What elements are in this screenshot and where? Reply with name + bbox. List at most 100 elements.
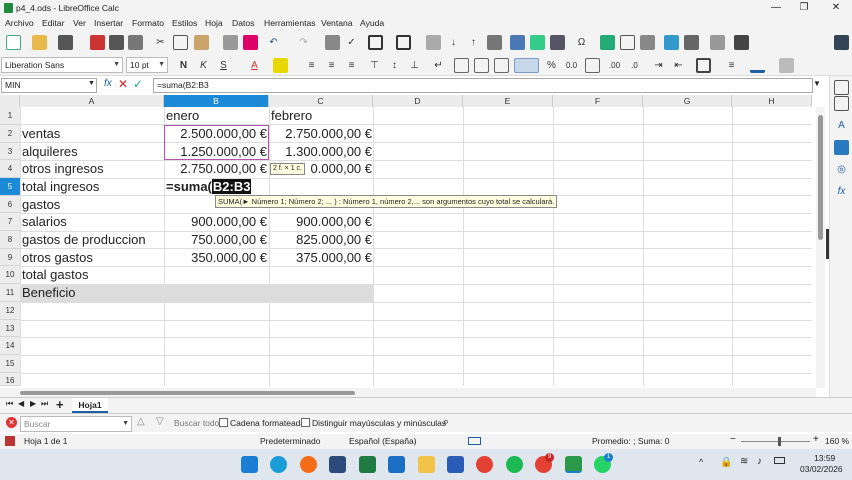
formula-input[interactable]: =suma(B2:B3 (153, 78, 813, 93)
menu-ventana[interactable]: Ventana (321, 17, 353, 30)
row-header-14[interactable]: 14 (0, 337, 20, 355)
battery-icon[interactable] (774, 457, 785, 464)
row-icon[interactable] (368, 35, 383, 50)
currency-format-icon[interactable] (514, 58, 539, 73)
styles-icon[interactable]: A (834, 118, 849, 133)
chevron-down-icon[interactable]: ▼ (88, 80, 95, 87)
menu-archivo[interactable]: Archivo (5, 17, 34, 30)
row-header-10[interactable]: 10 (0, 266, 20, 284)
vertical-scroll-thumb[interactable] (818, 115, 823, 240)
cell-b9[interactable]: 350.000,00 € (164, 249, 267, 266)
close-button[interactable]: ✕ (826, 1, 846, 15)
page-style[interactable]: Predeterminado (260, 436, 320, 446)
bold-icon[interactable]: N (176, 58, 191, 73)
decrease-indent-icon[interactable]: ⇤ (671, 58, 686, 73)
row-header-11[interactable]: 11 (0, 284, 20, 302)
conditional-format-icon[interactable] (779, 58, 794, 73)
row-header-5[interactable]: 5 (0, 178, 20, 196)
underline-icon[interactable]: S (216, 58, 231, 73)
minimize-button[interactable]: — (766, 1, 786, 15)
mail-icon[interactable] (388, 456, 405, 473)
start-menu-icon[interactable] (241, 456, 258, 473)
find-replace-icon[interactable] (325, 35, 340, 50)
cell-c8[interactable]: 825.000,00 € (269, 231, 372, 248)
cell-c7[interactable]: 900.000,00 € (269, 213, 372, 230)
spotify-icon[interactable] (506, 456, 523, 473)
next-sheet-icon[interactable]: ▶ (30, 399, 36, 408)
cell-c2[interactable]: 2.750.000,00 € (269, 125, 372, 142)
sort-ascending-icon[interactable]: ↓ (446, 35, 461, 50)
cell-a2[interactable]: ventas (22, 125, 60, 142)
clear-formatting-icon[interactable] (243, 35, 258, 50)
unmerge-cells-icon[interactable] (474, 58, 489, 73)
expand-formula-bar-icon[interactable]: ▼ (813, 79, 821, 88)
open-folder-icon[interactable] (32, 35, 47, 50)
cell-a11[interactable]: Beneficio (22, 284, 75, 301)
row-header-7[interactable]: 7 (0, 213, 20, 231)
menu-datos[interactable]: Datos (232, 17, 254, 30)
previous-sheet-icon[interactable]: ◀ (18, 399, 24, 408)
match-case-checkbox[interactable] (301, 418, 310, 427)
gallery-icon[interactable] (834, 140, 849, 155)
search-input[interactable]: Buscar ▼ (20, 416, 132, 432)
row-header-9[interactable]: 9 (0, 249, 20, 266)
word-icon[interactable] (447, 456, 464, 473)
excel-icon[interactable] (359, 456, 376, 473)
close-find-bar-icon[interactable]: ✕ (6, 417, 17, 428)
function-wizard-icon[interactable]: fx (104, 78, 112, 89)
cut-icon[interactable]: ✂ (153, 35, 168, 50)
find-next-icon[interactable]: ▽ (156, 416, 164, 427)
properties-icon[interactable] (834, 96, 849, 111)
filter-icon[interactable] (487, 35, 502, 50)
chevron-up-icon[interactable]: ^ (699, 457, 703, 467)
row-header-15[interactable]: 15 (0, 355, 20, 373)
cell-b1[interactable]: enero (166, 107, 199, 124)
autofilter-icon[interactable] (426, 35, 441, 50)
column-header-g[interactable]: G (643, 95, 732, 107)
find-replace-icon[interactable]: ⌕ (443, 416, 449, 429)
menu-formato[interactable]: Formato (132, 17, 164, 30)
row-header-13[interactable]: 13 (0, 320, 20, 337)
clock-date[interactable]: 03/02/2026 (800, 464, 843, 474)
zoom-out-button[interactable]: − (730, 434, 736, 445)
pivot-table-icon[interactable] (550, 35, 565, 50)
horizontal-scroll-thumb[interactable] (20, 391, 355, 395)
cell-a5[interactable]: total ingresos (22, 178, 99, 195)
undo-icon[interactable]: ↶ (266, 35, 281, 50)
column-header-h[interactable]: H (732, 95, 812, 107)
language[interactable]: Español (España) (349, 436, 417, 446)
highlight-icon[interactable] (273, 58, 288, 73)
export-pdf-icon[interactable] (90, 35, 105, 50)
spelling-icon[interactable]: ✓ (344, 35, 359, 50)
clock-time[interactable]: 13:59 (814, 453, 835, 463)
cell-b7[interactable]: 900.000,00 € (164, 213, 267, 230)
lock-icon[interactable]: 🔒 (720, 457, 732, 468)
formatted-display-checkbox[interactable] (219, 418, 228, 427)
zoom-level[interactable]: 160 % (825, 436, 849, 446)
save-icon[interactable] (58, 35, 73, 50)
selection-mode-icon[interactable] (468, 437, 481, 445)
align-right-icon[interactable]: ≡ (344, 58, 359, 73)
italic-icon[interactable]: K (196, 58, 211, 73)
clone-formatting-icon[interactable] (223, 35, 238, 50)
navigator-icon[interactable]: ◎ (834, 162, 849, 177)
file-explorer-icon[interactable] (418, 456, 435, 473)
accept-icon[interactable]: ✓ (133, 77, 143, 91)
menu-insertar[interactable]: Insertar (94, 17, 123, 30)
maximize-button[interactable]: ❐ (794, 1, 814, 15)
font-size-combo[interactable]: 10 pt ▼ (126, 57, 168, 73)
align-top-icon[interactable]: ⊤ (367, 58, 382, 73)
column-header-d[interactable]: D (373, 95, 463, 107)
redo-icon[interactable]: ↷ (296, 35, 311, 50)
find-previous-icon[interactable]: △ (137, 416, 145, 427)
volume-icon[interactable]: ♪ (757, 456, 762, 467)
cancel-icon[interactable]: ✕ (118, 77, 128, 91)
cell-a8[interactable]: gastos de produccion (22, 231, 146, 248)
row-header-16[interactable]: 16 (0, 373, 20, 386)
row-header-6[interactable]: 6 (0, 196, 20, 213)
borders-icon[interactable] (696, 58, 711, 73)
sheet-tab-hoja1[interactable]: Hoja1 (72, 398, 108, 413)
draw-functions-icon[interactable] (734, 35, 749, 50)
menu-ver[interactable]: Ver (73, 17, 86, 30)
zoom-slider[interactable] (741, 437, 810, 446)
